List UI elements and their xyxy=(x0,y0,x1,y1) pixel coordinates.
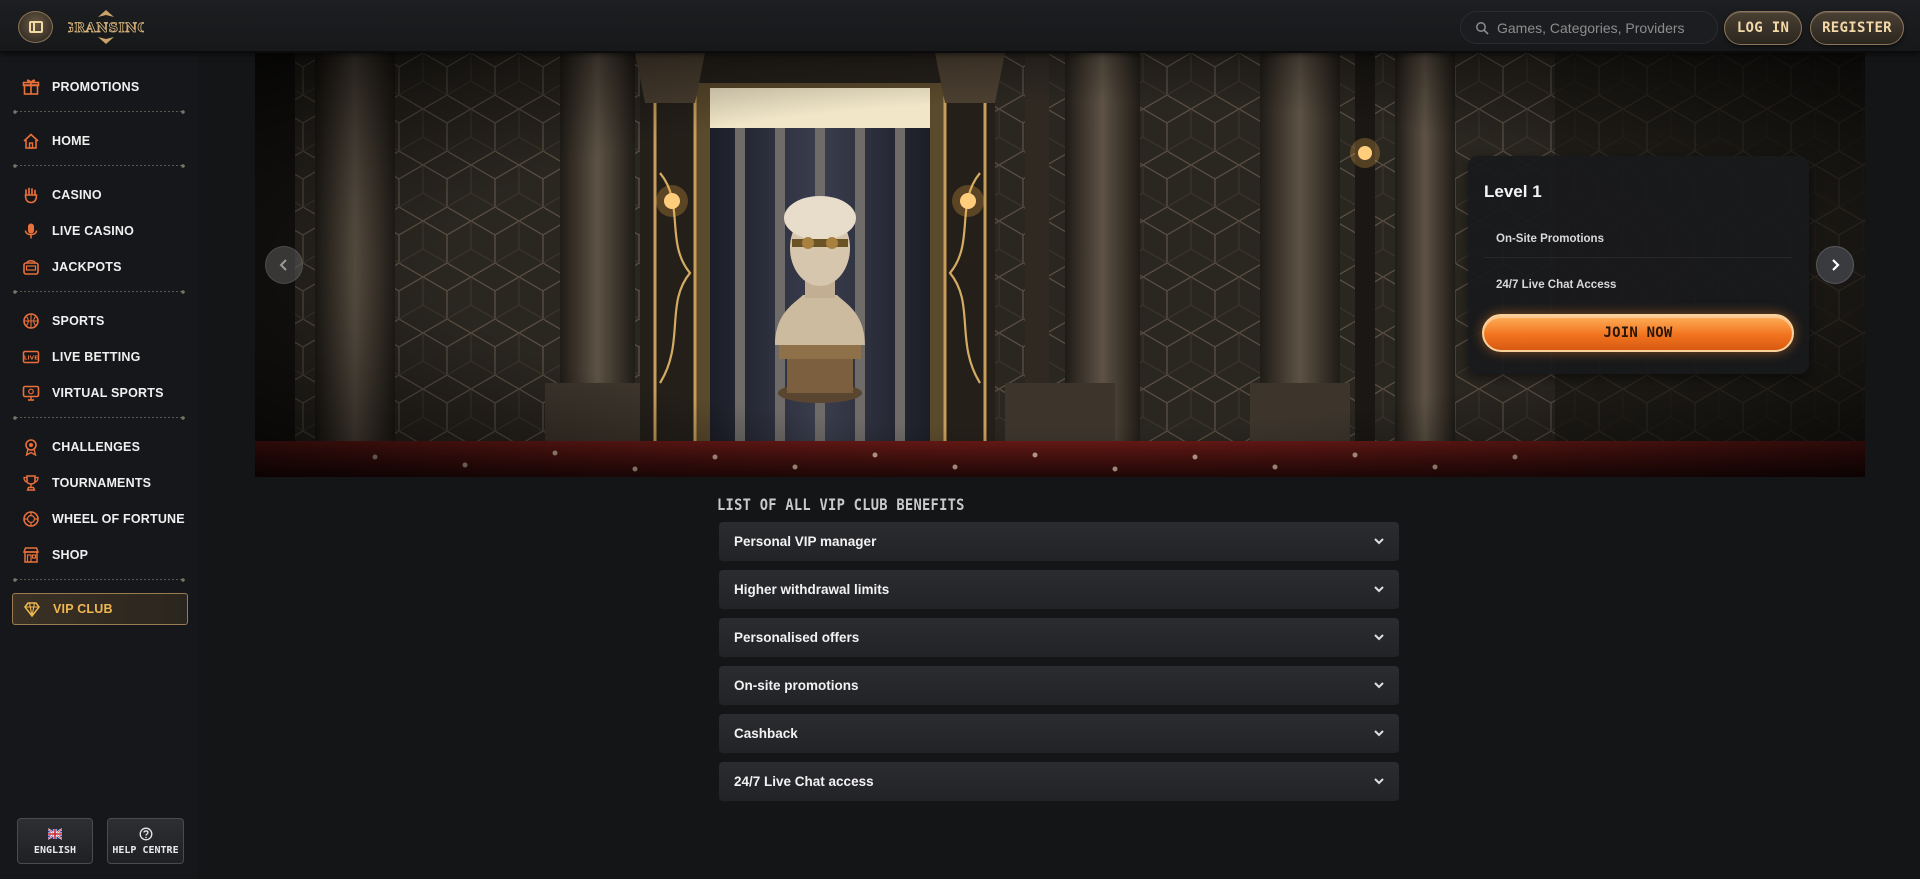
carousel-next-button[interactable] xyxy=(1816,246,1854,284)
diamond-icon xyxy=(23,600,41,618)
basketball-icon xyxy=(22,312,40,330)
uk-flag-icon xyxy=(48,827,62,840)
sidebar-item-label: LIVE BETTING xyxy=(52,350,141,364)
help-centre-label: HELP CENTRE xyxy=(112,844,179,856)
sidebar-item-label: HOME xyxy=(52,134,91,148)
register-button[interactable]: REGISTER xyxy=(1810,11,1904,45)
benefit-label: Higher withdrawal limits xyxy=(734,582,890,597)
wheel-icon xyxy=(22,510,40,528)
sidebar: PROMOTIONS HOME CASINO LIVE CASINO JACKP… xyxy=(0,52,197,879)
shop-icon xyxy=(22,546,40,564)
sidebar-divider xyxy=(12,163,186,169)
monitor-icon xyxy=(22,384,40,402)
sidebar-item-label: PROMOTIONS xyxy=(52,80,140,94)
sidebar-divider xyxy=(12,577,186,583)
chevron-down-icon xyxy=(1374,634,1384,641)
microphone-icon xyxy=(22,222,40,240)
vip-level-card: Level 1 On-Site Promotions 24/7 Live Cha… xyxy=(1468,156,1809,374)
svg-text:LIVE: LIVE xyxy=(24,356,38,362)
chevron-left-icon xyxy=(279,259,287,271)
chevron-right-icon xyxy=(1832,259,1840,271)
top-bar: GRANSINO LOG IN REGISTER xyxy=(0,0,1920,52)
sidebar-item-shop[interactable]: SHOP xyxy=(12,540,186,570)
chevron-down-icon xyxy=(1374,682,1384,689)
benefit-label: Cashback xyxy=(734,726,798,741)
sidebar-item-promotions[interactable]: PROMOTIONS xyxy=(12,72,186,102)
chevron-down-icon xyxy=(1374,538,1384,545)
sidebar-item-label: VIRTUAL SPORTS xyxy=(52,386,164,400)
sidebar-item-challenges[interactable]: CHALLENGES xyxy=(12,432,186,462)
chevron-down-icon xyxy=(1374,778,1384,785)
sidebar-item-label: CASINO xyxy=(52,188,102,202)
chevron-down-icon xyxy=(1374,730,1384,737)
level-benefit-item: 24/7 Live Chat Access xyxy=(1496,279,1617,291)
benefit-accordion-item[interactable]: Personal VIP manager xyxy=(719,522,1399,562)
search-icon xyxy=(1476,21,1489,35)
level-title: Level 1 xyxy=(1484,182,1542,201)
medal-icon xyxy=(22,438,40,456)
language-label: ENGLISH xyxy=(33,844,77,856)
sidebar-item-wheel-of-fortune[interactable]: WHEEL OF FORTUNE xyxy=(12,504,186,534)
sidebar-item-live-casino[interactable]: LIVE CASINO xyxy=(12,216,186,246)
sidebar-item-virtual-sports[interactable]: VIRTUAL SPORTS xyxy=(12,378,186,408)
sidebar-item-label: SHOP xyxy=(52,548,89,562)
sidebar-divider xyxy=(12,109,186,115)
benefit-accordion-item[interactable]: Higher withdrawal limits xyxy=(719,570,1399,610)
login-button[interactable]: LOG IN xyxy=(1724,11,1802,45)
sidebar-divider xyxy=(12,415,186,421)
benefit-label: 24/7 Live Chat access xyxy=(734,774,874,789)
svg-text:GRANSINO: GRANSINO xyxy=(68,21,144,36)
sidebar-item-label: TOURNAMENTS xyxy=(52,476,152,490)
sidebar-item-live-betting[interactable]: LIVE LIVE BETTING xyxy=(12,342,186,372)
level-benefit-item: On-Site Promotions xyxy=(1484,220,1792,258)
search-input[interactable] xyxy=(1497,19,1707,36)
benefit-label: Personal VIP manager xyxy=(734,534,877,549)
live-badge-icon: LIVE xyxy=(22,348,40,366)
sidebar-toggle-button[interactable] xyxy=(18,11,53,43)
gransino-logo-icon: GRANSINO xyxy=(68,10,144,44)
chevron-down-icon xyxy=(1374,586,1384,593)
help-question-icon xyxy=(139,827,152,840)
slot-machine-icon xyxy=(22,258,40,276)
sidebar-item-label: WHEEL OF FORTUNE xyxy=(52,512,185,526)
sidebar-panel-icon xyxy=(28,21,43,33)
benefit-label: Personalised offers xyxy=(734,630,860,645)
join-now-button[interactable]: JOIN NOW xyxy=(1482,314,1794,352)
help-centre-button[interactable]: HELP CENTRE xyxy=(107,818,184,864)
trophy-icon xyxy=(22,474,40,492)
sidebar-item-tournaments[interactable]: TOURNAMENTS xyxy=(12,468,186,498)
sidebar-item-label: SPORTS xyxy=(52,314,105,328)
benefits-section-title: LIST OF ALL VIP CLUB BENEFITS xyxy=(717,495,965,514)
sidebar-item-label: VIP CLUB xyxy=(53,602,113,616)
casino-hand-icon xyxy=(22,186,40,204)
gift-icon xyxy=(22,78,40,96)
benefit-accordion-item[interactable]: 24/7 Live Chat access xyxy=(719,762,1399,802)
brand-logo[interactable]: GRANSINO xyxy=(68,9,144,45)
benefit-label: On-site promotions xyxy=(734,678,859,693)
sidebar-divider xyxy=(12,289,186,295)
home-icon xyxy=(22,132,40,150)
sidebar-item-label: CHALLENGES xyxy=(52,440,141,454)
sidebar-item-casino[interactable]: CASINO xyxy=(12,180,186,210)
search-box[interactable] xyxy=(1460,11,1718,44)
benefit-accordion-item[interactable]: Cashback xyxy=(719,714,1399,754)
sidebar-item-vip-club[interactable]: VIP CLUB xyxy=(12,593,188,625)
sidebar-item-jackpots[interactable]: JACKPOTS xyxy=(12,252,186,282)
language-button[interactable]: ENGLISH xyxy=(17,818,93,864)
sidebar-item-label: LIVE CASINO xyxy=(52,224,135,238)
sidebar-item-home[interactable]: HOME xyxy=(12,126,186,156)
sidebar-item-label: JACKPOTS xyxy=(52,260,122,274)
carousel-prev-button[interactable] xyxy=(265,246,303,284)
sidebar-item-sports[interactable]: SPORTS xyxy=(12,306,186,336)
benefit-accordion-item[interactable]: On-site promotions xyxy=(719,666,1399,706)
benefit-accordion-item[interactable]: Personalised offers xyxy=(719,618,1399,658)
